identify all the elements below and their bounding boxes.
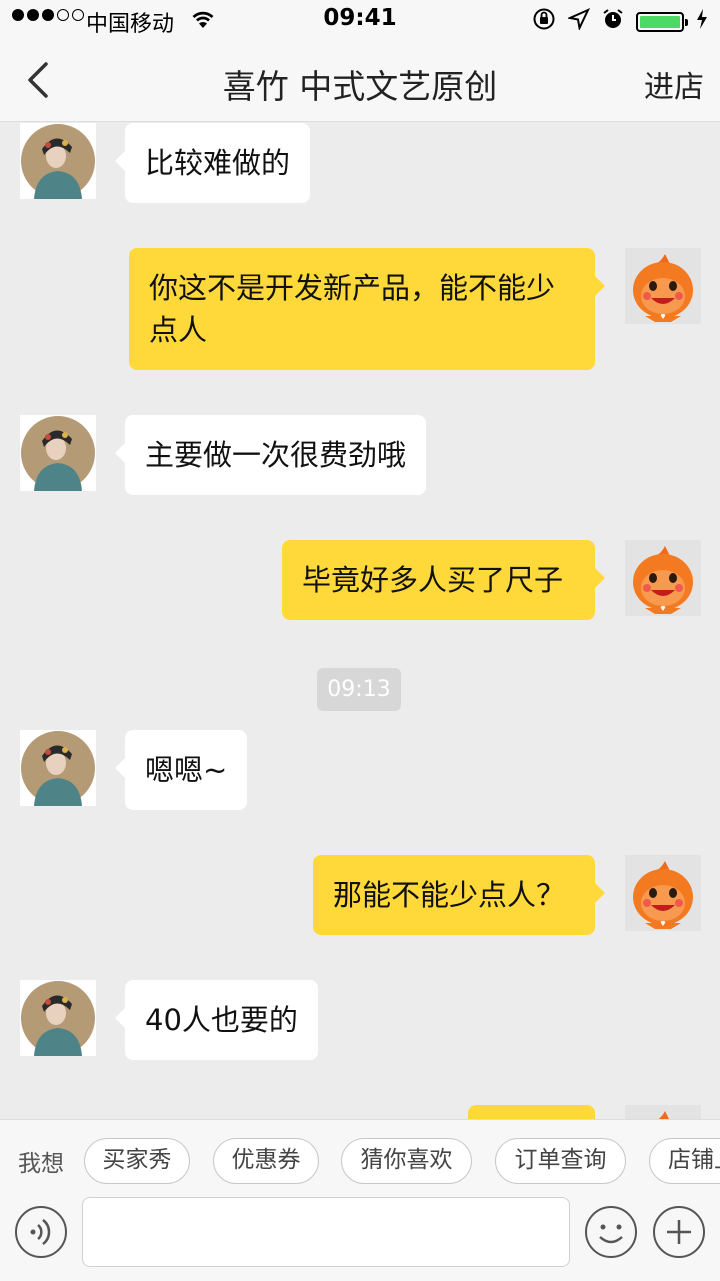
message-text: 主要做一次很费劲哦 [145, 438, 407, 472]
user-avatar[interactable] [625, 540, 701, 616]
shop-avatar[interactable] [20, 730, 96, 806]
quick-reply-chip[interactable]: 买家秀 [84, 1138, 190, 1184]
quick-reply-chip[interactable]: 优惠券 [213, 1138, 319, 1184]
quick-reply-bar: 我想 买家秀 优惠券 猜你喜欢 订单查询 店铺上 [0, 1119, 720, 1201]
incoming-message[interactable]: 比较难做的 [114, 123, 311, 203]
user-avatar[interactable] [625, 1105, 701, 1119]
outgoing-message[interactable]: 毕竟好多人买了尺子 [282, 540, 605, 620]
shop-avatar[interactable] [20, 123, 96, 199]
message-timestamp: 09:13 [317, 668, 401, 711]
incoming-message[interactable]: 40人也要的 [115, 980, 318, 1060]
user-avatar[interactable] [625, 248, 701, 324]
shop-avatar[interactable] [20, 415, 96, 491]
page-title: 喜竹 中式文艺原创 [222, 67, 498, 106]
navigation-bar: 喜竹 中式文艺原创 进店 [0, 40, 720, 122]
user-avatar[interactable] [625, 855, 701, 931]
quick-reply-label: 我想 [18, 1151, 64, 1177]
message-text-line-1: 你这不是开发新产品，能不能少 [149, 271, 556, 305]
quick-reply-chip[interactable]: 猜你喜欢 [341, 1138, 472, 1184]
message-input[interactable] [82, 1197, 570, 1267]
quick-reply-chip[interactable]: 店铺上 [649, 1138, 720, 1184]
message-text: 嗯嗯~ [145, 753, 228, 787]
location-icon [566, 7, 591, 36]
chat-message-list[interactable]: 比较难做的 你这不是开发新产品，能不能少 点人 主要做一次很费劲哦 毕竟好多人买… [0, 123, 720, 1119]
message-text: 那能不能少点人？ [333, 878, 566, 912]
message-text: 比较难做的 [145, 146, 291, 180]
outgoing-message[interactable]: 你这不是开发新产品，能不能少 点人 [129, 248, 605, 370]
battery-icon [636, 12, 688, 32]
outgoing-message-partial[interactable] [468, 1105, 595, 1119]
incoming-message[interactable]: 主要做一次很费劲哦 [114, 415, 427, 495]
quick-reply-chip[interactable]: 订单查询 [495, 1138, 626, 1184]
message-text-line-2: 点人 [149, 313, 208, 347]
emoji-icon[interactable] [584, 1205, 638, 1259]
status-bar: 中国移动 09:41 [0, 0, 720, 40]
incoming-message[interactable]: 嗯嗯~ [114, 730, 248, 810]
enter-store-button[interactable]: 进店 [644, 62, 704, 106]
orientation-lock-icon [532, 7, 556, 37]
plus-icon[interactable] [652, 1205, 706, 1259]
alarm-icon [602, 8, 624, 36]
shop-avatar[interactable] [20, 980, 96, 1056]
voice-icon[interactable] [14, 1205, 68, 1259]
message-text: 40人也要的 [145, 1003, 298, 1037]
message-text: 毕竟好多人买了尺子 [302, 563, 564, 597]
message-input-bar [0, 1197, 720, 1281]
outgoing-message[interactable]: 那能不能少点人？ [313, 855, 605, 935]
charging-icon [696, 8, 708, 36]
